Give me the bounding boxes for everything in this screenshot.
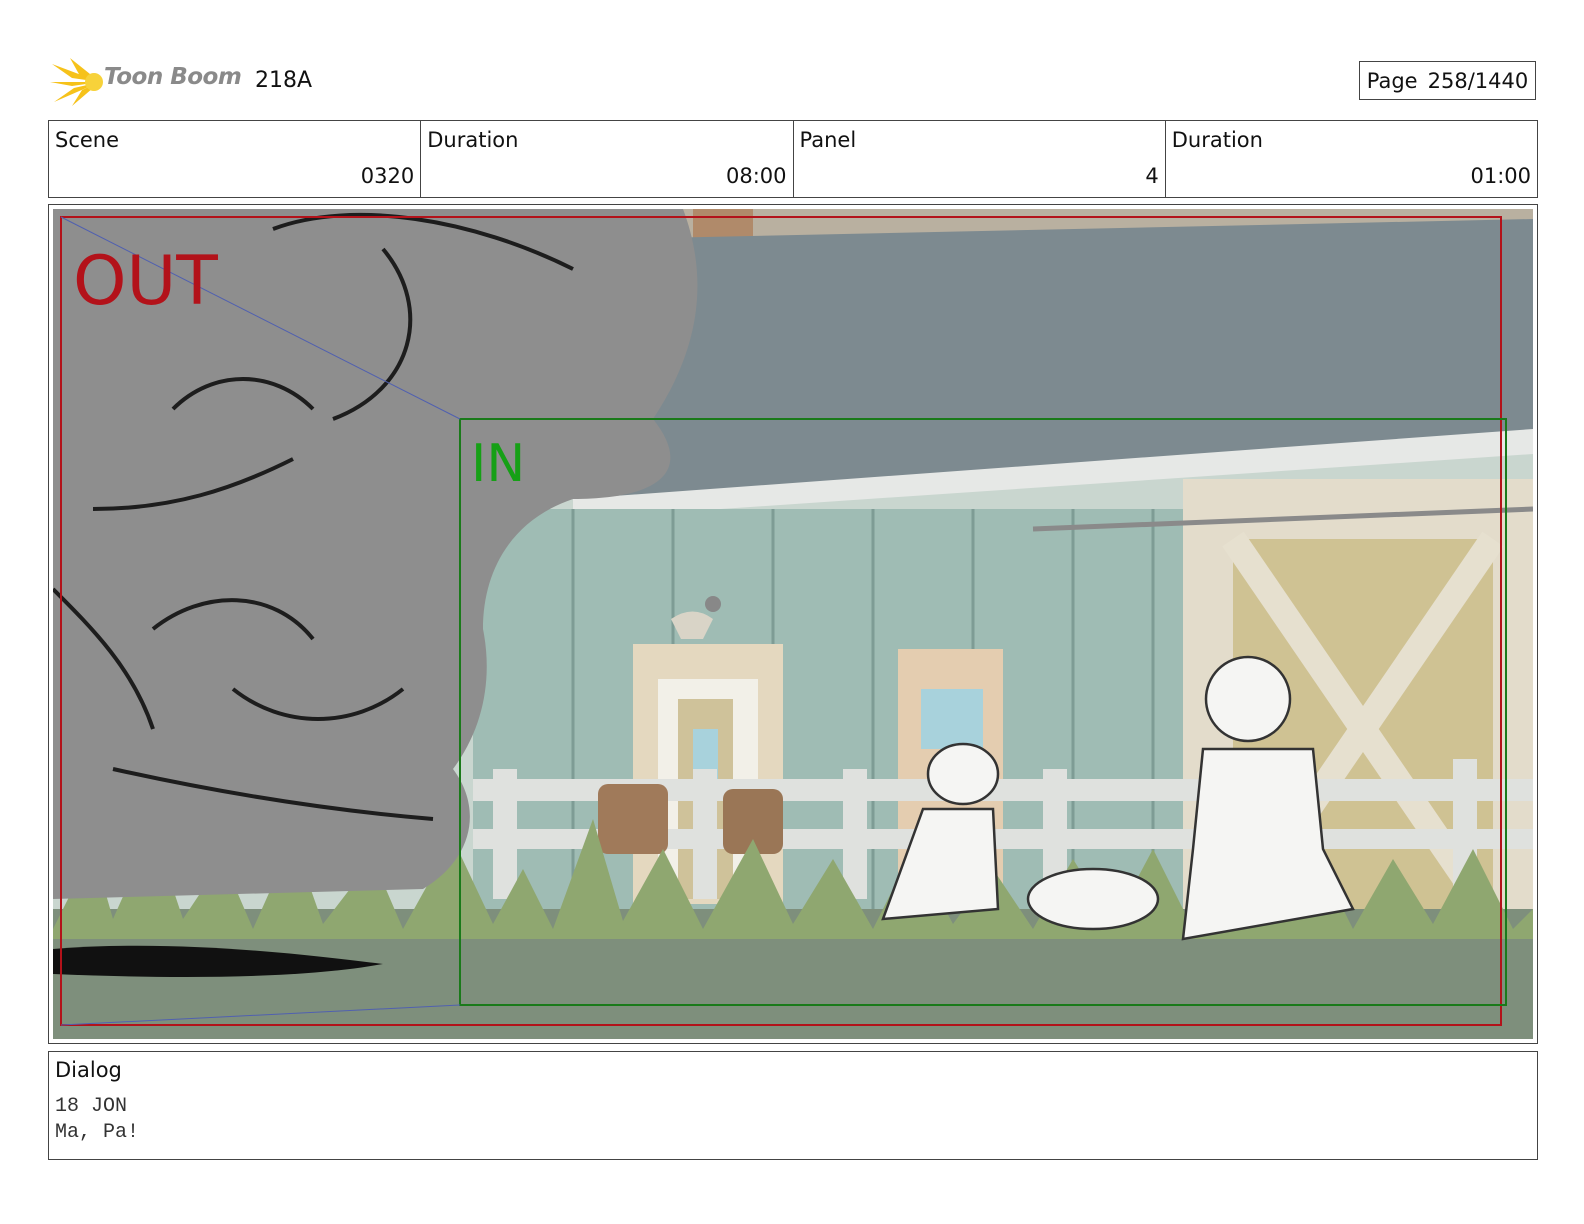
info-table: Scene 0320 Duration 08:00 Panel 4 Durati… (48, 120, 1538, 198)
panel-duration-value: 01:00 (1470, 164, 1531, 188)
logo-text: Toon Boom (104, 64, 242, 90)
panel-cell: Panel 4 (794, 121, 1166, 197)
panel-value: 4 (1145, 164, 1159, 188)
page-value: 258/1440 (1427, 68, 1529, 93)
panel-label: Panel (799, 128, 857, 152)
panel-artwork: OUT IN (53, 209, 1533, 1039)
dialog-line: Ma, Pa! (55, 1121, 140, 1144)
page-label: Page (1366, 68, 1418, 93)
dialog-line: 18 JON (55, 1095, 128, 1118)
scene-value: 0320 (360, 164, 415, 188)
storyboard-panel: OUT IN (48, 204, 1538, 1044)
project-id: 218A (255, 68, 313, 93)
scene-label: Scene (55, 128, 120, 152)
dialog-box: Dialog 18 JON Ma, Pa! (48, 1051, 1538, 1160)
dialog-label: Dialog (55, 1058, 122, 1082)
out-frame-label: OUT (73, 242, 218, 321)
page-indicator: Page 258/1440 (1359, 61, 1536, 100)
scene-cell: Scene 0320 (49, 121, 422, 197)
panel-duration-label: Duration (1171, 128, 1263, 152)
scene-duration-label: Duration (427, 128, 519, 152)
in-frame-label: IN (471, 434, 525, 494)
scene-duration-value: 08:00 (725, 164, 787, 188)
dialog-text: 18 JON Ma, Pa! (55, 1094, 139, 1146)
panel-duration-cell: Duration 01:00 (1166, 121, 1537, 197)
scene-duration-cell: Duration 08:00 (421, 121, 794, 197)
